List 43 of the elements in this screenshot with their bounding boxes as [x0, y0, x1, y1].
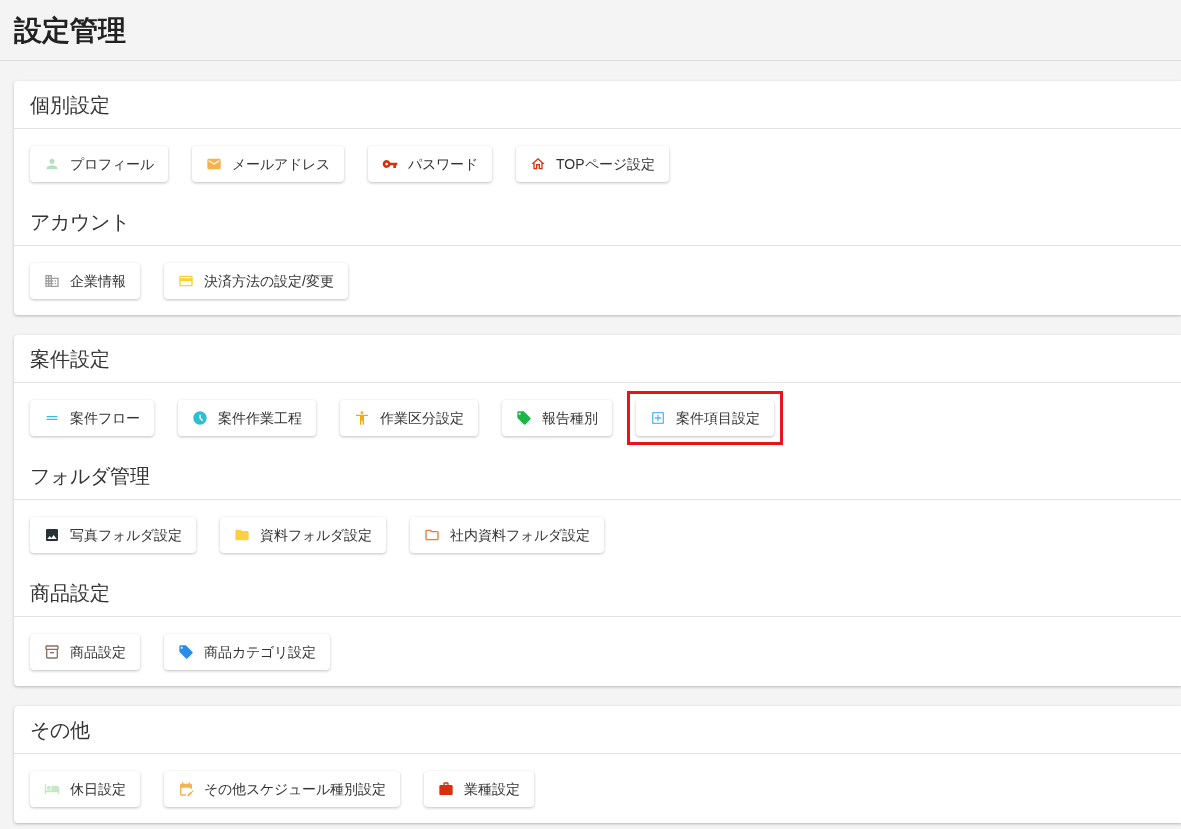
section-heading: 個別設定: [30, 92, 110, 118]
settings-button[interactable]: 報告種別: [502, 400, 612, 436]
settings-button[interactable]: 決済方法の設定/変更: [164, 263, 348, 299]
tag-icon: [178, 644, 194, 660]
section-heading: アカウント: [30, 209, 130, 235]
photo-icon: [44, 527, 60, 543]
settings-button[interactable]: 商品カテゴリ設定: [164, 634, 330, 670]
briefcase-icon: [438, 781, 454, 797]
settings-button[interactable]: 企業情報: [30, 263, 140, 299]
settings-button[interactable]: 案件項目設定: [636, 400, 774, 436]
page-title: 設定管理: [14, 14, 127, 48]
folder-icon: [234, 527, 250, 543]
card-icon: [178, 273, 194, 289]
house-icon: [530, 156, 546, 172]
settings-button[interactable]: 業種設定: [424, 771, 534, 807]
tag-icon: [516, 410, 532, 426]
settings-button[interactable]: 社内資料フォルダ設定: [410, 517, 604, 553]
settings-button[interactable]: メールアドレス: [192, 146, 344, 182]
settings-button[interactable]: 商品設定: [30, 634, 140, 670]
envelope-icon: [206, 156, 222, 172]
settings-button[interactable]: その他スケジュール種別設定: [164, 771, 400, 807]
settings-button[interactable]: 休日設定: [30, 771, 140, 807]
clock-icon: [192, 410, 208, 426]
settings-button[interactable]: 資料フォルダ設定: [220, 517, 386, 553]
add-box-icon: [650, 410, 666, 426]
section-heading: 案件設定: [30, 346, 110, 372]
section-heading: その他: [30, 717, 90, 743]
folder-icon: [424, 527, 440, 543]
settings-button[interactable]: TOPページ設定: [516, 146, 669, 182]
settings-button[interactable]: 案件フロー: [30, 400, 154, 436]
section-heading: フォルダ管理: [30, 463, 150, 489]
calendar-icon: [178, 781, 194, 797]
box-icon: [44, 644, 60, 660]
bed-icon: [44, 781, 60, 797]
figure-icon: [354, 410, 370, 426]
building-icon: [44, 273, 60, 289]
settings-button[interactable]: 作業区分設定: [340, 400, 478, 436]
settings-button[interactable]: パスワード: [368, 146, 492, 182]
settings-button[interactable]: プロフィール: [30, 146, 168, 182]
section-heading: 商品設定: [30, 580, 110, 606]
settings-button[interactable]: 写真フォルダ設定: [30, 517, 196, 553]
settings-button[interactable]: 案件作業工程: [178, 400, 316, 436]
person-icon: [44, 156, 60, 172]
